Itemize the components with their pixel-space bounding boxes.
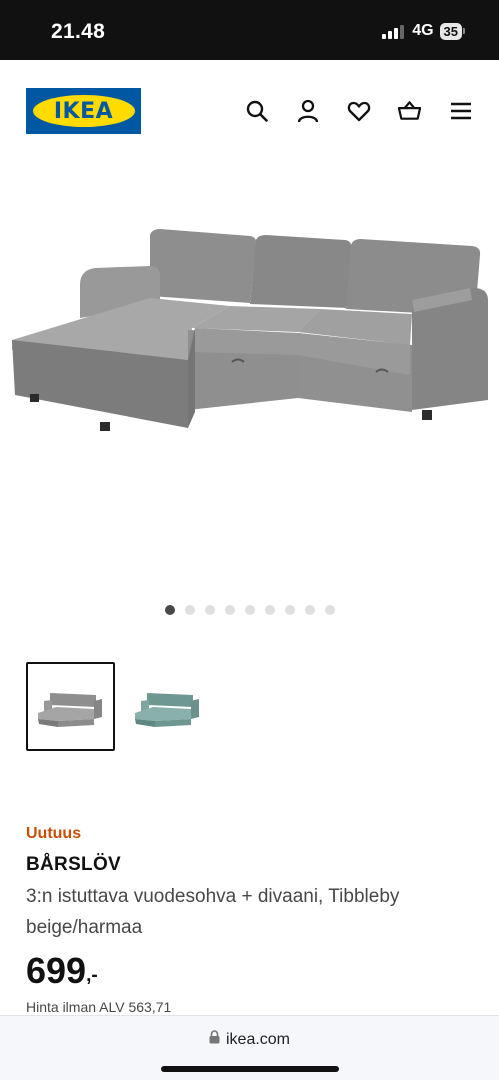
- battery-icon: 35: [439, 22, 465, 40]
- price-decimal: ,-: [86, 965, 98, 986]
- search-icon[interactable]: [244, 98, 269, 123]
- thumbnail-turquoise[interactable]: [123, 662, 212, 751]
- status-time: 21.48: [51, 20, 106, 43]
- browser-bar: ikea.com: [0, 1015, 499, 1080]
- pagination-dot[interactable]: [184, 605, 195, 615]
- variant-thumbnails: [26, 662, 212, 751]
- product-info: Uutuus BÅRSLÖV 3:n istuttava vuodesohva …: [26, 825, 476, 1015]
- pagination-dot[interactable]: [324, 605, 335, 615]
- lock-icon: [209, 1030, 220, 1049]
- site-header: IKEA: [0, 60, 499, 160]
- pagination-dot[interactable]: [224, 605, 235, 615]
- pagination-dot[interactable]: [204, 605, 215, 615]
- pagination-dot[interactable]: [304, 605, 315, 615]
- status-bar: 21.48 4G 35: [0, 0, 499, 60]
- product-price: 699 ,-: [26, 951, 476, 991]
- ikea-logo[interactable]: IKEA: [26, 88, 141, 134]
- price-without-vat: Hinta ilman ALV 563,71: [26, 999, 172, 1015]
- url-text: ikea.com: [225, 1030, 291, 1048]
- product-description: 3:n istuttava vuodesohva + divaani, Tibb…: [26, 886, 400, 938]
- header-actions: [244, 98, 473, 123]
- address-bar[interactable]: ikea.com: [0, 1030, 499, 1049]
- logo-text: IKEA: [53, 98, 114, 124]
- product-name: BÅRSLÖV: [26, 854, 121, 875]
- pagination-dot[interactable]: [264, 605, 275, 615]
- pagination-dot[interactable]: [244, 605, 255, 615]
- product-image[interactable]: [0, 160, 499, 590]
- home-indicator[interactable]: [161, 1066, 339, 1072]
- pagination-dot[interactable]: [164, 605, 175, 615]
- pagination-dot[interactable]: [284, 605, 295, 615]
- basket-icon[interactable]: [397, 98, 422, 123]
- signal-icon: [382, 24, 405, 39]
- heart-icon[interactable]: [346, 98, 371, 123]
- network-label: 4G: [412, 22, 434, 39]
- thumbnail-grey[interactable]: [26, 662, 115, 751]
- gallery-pagination: [0, 605, 499, 615]
- status-indicators: 4G 35: [382, 22, 465, 40]
- new-badge: Uutuus: [26, 825, 82, 842]
- user-icon[interactable]: [295, 98, 320, 123]
- price-integer: 699: [26, 950, 87, 991]
- battery-level: 35: [439, 22, 462, 40]
- menu-icon[interactable]: [448, 98, 473, 123]
